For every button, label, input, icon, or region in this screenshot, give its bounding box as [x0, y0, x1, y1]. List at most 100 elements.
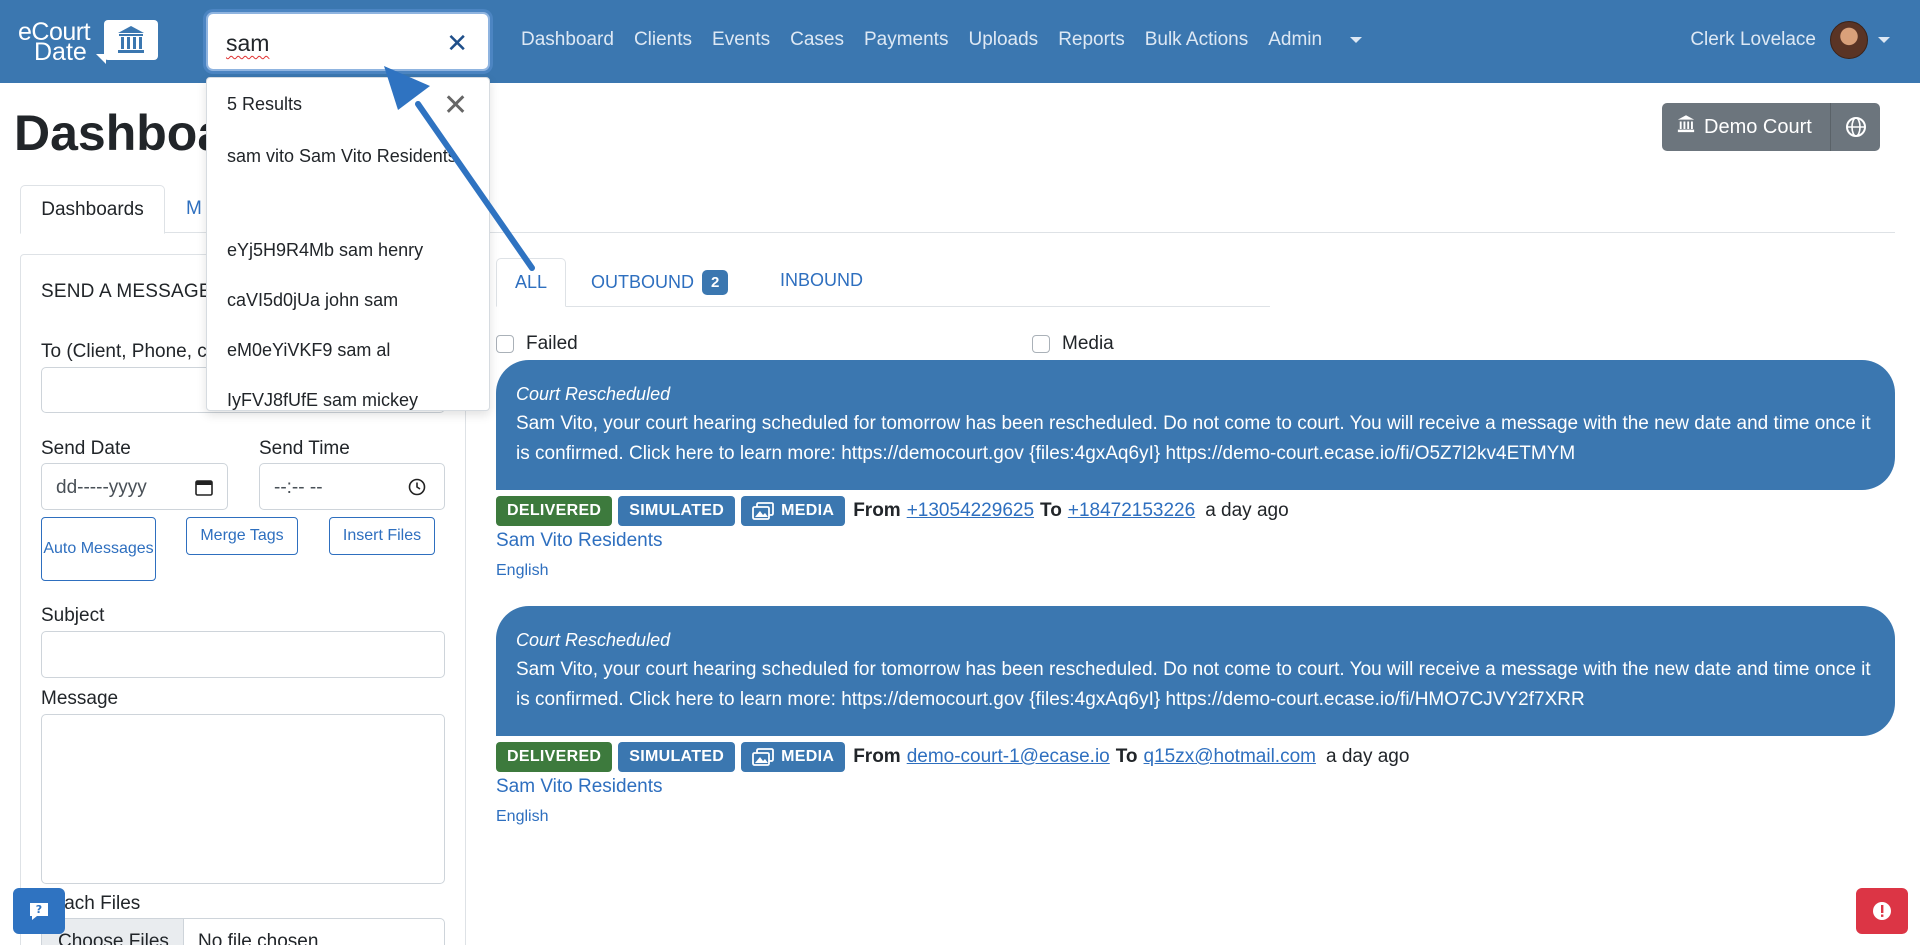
merge-tags-button[interactable]: Merge Tags — [186, 517, 298, 555]
simulated-badge: SIMULATED — [618, 742, 736, 772]
message-meta: DELIVERED SIMULATED MEDIA From demo-cour… — [496, 742, 1409, 772]
message-label: Message — [41, 688, 119, 709]
search-result-item[interactable]: eYj5H9R4Mb sam henry — [227, 235, 477, 265]
svg-text:?: ? — [36, 903, 42, 916]
calendar-icon[interactable] — [195, 478, 213, 496]
nav-reports[interactable]: Reports — [1058, 29, 1125, 55]
send-date-placeholder: dd-----yyyy — [56, 477, 147, 498]
filter-media[interactable]: Media — [1032, 333, 1114, 355]
from-label: From — [853, 746, 901, 767]
courthouse-icon — [96, 20, 158, 64]
chat-question-icon: ? — [30, 903, 48, 920]
clock-icon[interactable] — [408, 478, 426, 496]
tab-outbound[interactable]: OUTBOUND 2 — [591, 270, 729, 295]
images-icon — [752, 748, 775, 766]
from-link[interactable]: demo-court-1@ecase.io — [907, 746, 1110, 768]
delivered-badge: DELIVERED — [496, 496, 613, 526]
media-badge-label: MEDIA — [781, 748, 835, 765]
from-label: From — [853, 500, 901, 521]
message-meta: DELIVERED SIMULATED MEDIA From +13054229… — [496, 496, 1289, 526]
client-link[interactable]: Sam Vito Residents — [496, 776, 663, 798]
alert-icon — [1873, 902, 1891, 920]
close-results-icon[interactable]: ✕ — [443, 88, 468, 123]
tab-outbound-label: OUTBOUND — [591, 272, 694, 292]
from-link[interactable]: +13054229625 — [907, 500, 1034, 522]
send-date-input[interactable]: dd-----yyyy — [41, 463, 228, 510]
help-chat-button[interactable]: ? — [13, 888, 65, 934]
delivered-badge: DELIVERED — [496, 742, 613, 772]
language-link[interactable]: English — [496, 562, 548, 580]
auto-messages-button[interactable]: Auto Messages — [41, 517, 156, 581]
error-report-button[interactable] — [1856, 888, 1908, 934]
tab-inbound[interactable]: INBOUND — [780, 270, 863, 291]
nav-uploads[interactable]: Uploads — [968, 29, 1038, 55]
tab-second[interactable]: M — [186, 198, 202, 220]
nav-events[interactable]: Events — [712, 29, 770, 55]
message-bubble: Court Rescheduled Sam Vito, your court h… — [496, 606, 1895, 736]
client-search-input[interactable]: sam ✕ — [206, 12, 490, 71]
message-subject: Court Rescheduled — [516, 384, 671, 404]
media-badge: MEDIA — [741, 496, 846, 526]
to-label: To (Client, Phone, c — [41, 341, 207, 362]
chevron-down-icon — [1878, 37, 1890, 43]
message-body: Sam Vito, your court hearing scheduled f… — [516, 413, 1871, 464]
media-badge: MEDIA — [741, 742, 846, 772]
user-name: Clerk Lovelace — [1690, 29, 1816, 50]
send-date-label: Send Date — [41, 438, 131, 459]
chevron-down-icon — [1350, 36, 1363, 43]
logo[interactable]: eCourt Date — [18, 18, 163, 66]
search-result-item[interactable]: caVI5d0jUa john sam — [227, 285, 477, 315]
nav-admin-label: Admin — [1268, 29, 1323, 50]
results-count: 5 Results — [227, 94, 303, 114]
globe-icon — [1845, 117, 1866, 137]
client-link[interactable]: Sam Vito Residents — [496, 530, 663, 552]
nav-payments[interactable]: Payments — [864, 29, 948, 55]
message-time: a day ago — [1325, 746, 1410, 767]
nav-clients[interactable]: Clients — [634, 29, 692, 55]
message-textarea[interactable] — [41, 714, 445, 884]
to-label: To — [1115, 746, 1138, 767]
file-input[interactable]: Choose Files No file chosen — [41, 918, 445, 945]
message-subject: Court Rescheduled — [516, 630, 671, 650]
search-results-dropdown: 5 Results ✕ sam vito Sam Vito Residents … — [206, 77, 490, 411]
user-menu[interactable]: Clerk Lovelace — [1690, 21, 1890, 59]
courthouse-icon — [1676, 114, 1696, 140]
avatar — [1830, 21, 1868, 59]
message-body: Sam Vito, your court hearing scheduled f… — [516, 659, 1871, 710]
search-clear-icon[interactable]: ✕ — [446, 28, 468, 59]
to-link[interactable]: +18472153226 — [1068, 500, 1195, 522]
language-link[interactable]: English — [496, 808, 548, 826]
subject-label: Subject — [41, 605, 105, 626]
nav-dashboard[interactable]: Dashboard — [521, 29, 614, 55]
media-label: Media — [1062, 333, 1114, 354]
tab-dashboards[interactable]: Dashboards — [20, 185, 165, 234]
court-label: Demo Court — [1704, 115, 1812, 138]
court-selector-button[interactable]: Demo Court — [1662, 103, 1830, 151]
to-label: To — [1040, 500, 1062, 521]
message-bubble: Court Rescheduled Sam Vito, your court h… — [496, 360, 1895, 490]
failed-checkbox[interactable] — [496, 335, 514, 353]
subject-input[interactable] — [41, 631, 445, 678]
language-button[interactable] — [1830, 103, 1880, 151]
nav-bulk-actions[interactable]: Bulk Actions — [1145, 29, 1249, 55]
nav-links: Dashboard Clients Events Cases Payments … — [521, 29, 1382, 55]
media-badge-label: MEDIA — [781, 502, 835, 519]
no-file-text: No file chosen — [198, 931, 319, 945]
to-link[interactable]: q15zx@hotmail.com — [1144, 746, 1316, 768]
filter-failed[interactable]: Failed — [496, 333, 578, 355]
simulated-badge: SIMULATED — [618, 496, 736, 526]
send-time-input[interactable]: --:-- -- — [259, 463, 445, 510]
search-result-item[interactable]: IyFVJ8fUfE sam mickey — [227, 385, 477, 415]
tab-all[interactable]: ALL — [496, 258, 566, 307]
navbar: eCourt Date sam ✕ Dashboard Clients Even… — [0, 0, 1920, 83]
insert-files-button[interactable]: Insert Files — [329, 517, 435, 555]
search-result-item[interactable]: sam vito Sam Vito Residents — [227, 141, 477, 171]
card-header: SEND A MESSAGE — [41, 281, 212, 302]
failed-label: Failed — [526, 333, 578, 354]
send-time-placeholder: --:-- -- — [274, 477, 323, 498]
message-tabs-divider — [496, 306, 1270, 307]
nav-admin-dropdown[interactable]: Admin — [1268, 29, 1363, 55]
media-checkbox[interactable] — [1032, 335, 1050, 353]
nav-cases[interactable]: Cases — [790, 29, 844, 55]
search-result-item[interactable]: eM0eYiVKF9 sam al — [227, 335, 477, 365]
